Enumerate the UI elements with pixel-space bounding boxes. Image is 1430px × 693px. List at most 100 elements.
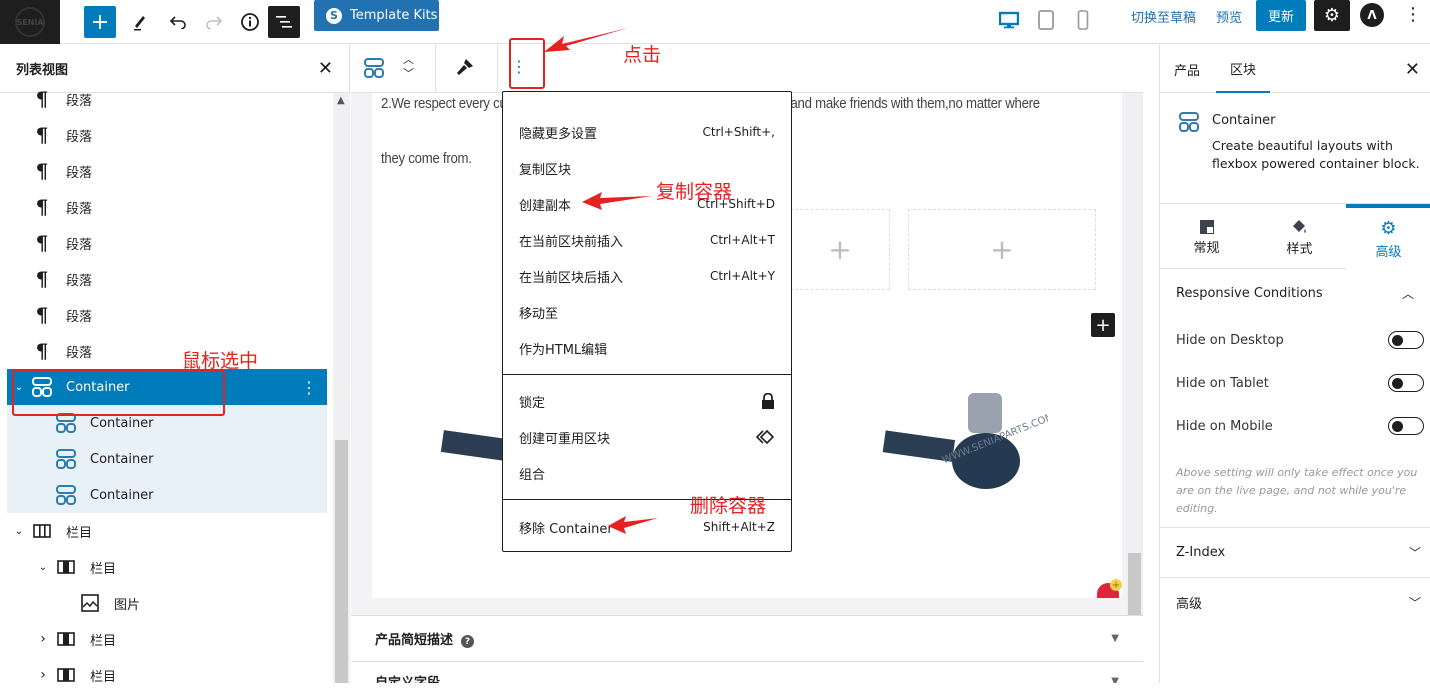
menu-item[interactable]: 在当前区块后插入 Ctrl+Alt+Y	[519, 258, 775, 294]
menu-item-label: 复制区块	[519, 162, 572, 178]
menu-item-label: 移除 Container	[519, 521, 613, 537]
list-item[interactable]: ¶ 段落	[0, 261, 327, 297]
panel-advanced[interactable]: 高级 ﹀	[1160, 577, 1430, 627]
toolbar-divider	[497, 45, 498, 93]
list-view-button[interactable]	[268, 6, 300, 38]
tab-advanced[interactable]: ⚙ 高级	[1346, 204, 1430, 270]
details-button[interactable]	[234, 6, 266, 38]
paragraph-icon: ¶	[35, 159, 49, 183]
chevron-right-icon[interactable]: ›	[36, 631, 50, 647]
list-item[interactable]: ⌄ 栏目	[0, 549, 327, 585]
close-icon[interactable]: ✕	[318, 58, 333, 79]
list-item[interactable]: ⌄ 栏目	[0, 513, 327, 549]
menu-item-shortcut: Ctrl+Alt+T	[709, 233, 775, 247]
chevron-right-icon[interactable]: ›	[36, 667, 50, 683]
tab-block[interactable]: 区块	[1216, 45, 1271, 93]
style-copy-button[interactable]	[455, 57, 475, 81]
panel-z-index[interactable]: Z-Index ﹀	[1160, 527, 1430, 577]
move-up-down-buttons[interactable]: ︿ ﹀	[403, 53, 414, 81]
list-item[interactable]: ¶ 段落	[0, 225, 327, 261]
tab-label: 样式	[1286, 241, 1313, 257]
image-icon	[78, 591, 102, 615]
toggle-label: Hide on Tablet	[1176, 375, 1269, 391]
help-icon[interactable]: ?	[461, 635, 475, 649]
menu-item-create-reusable[interactable]: 创建可重用区块	[519, 419, 775, 455]
pencil-icon	[134, 16, 145, 31]
product-image[interactable]: WWW.SENIAPARTS.COM	[878, 383, 1048, 493]
list-item[interactable]: ¶ 段落	[0, 153, 327, 189]
more-options-icon[interactable]: ⋮	[1404, 4, 1422, 25]
block-inserter-button[interactable]: +	[1091, 313, 1115, 337]
paragraph-text[interactable]: they come from.	[381, 150, 472, 167]
paragraph-icon: ¶	[35, 231, 49, 255]
section-title: Responsive Conditions	[1176, 286, 1323, 301]
caret-down-icon[interactable]: ▼	[1111, 633, 1119, 644]
menu-item-lock[interactable]: 锁定	[519, 383, 775, 419]
list-item[interactable]: › 栏目	[0, 621, 327, 657]
tablet-icon	[1038, 10, 1054, 30]
menu-item-label: 创建可重用区块	[519, 431, 611, 447]
menu-item-label: 作为HTML编辑	[519, 342, 608, 358]
close-icon[interactable]: ✕	[1405, 59, 1420, 80]
responsive-conditions-header[interactable]: Responsive Conditions ︿	[1176, 285, 1414, 302]
annotation-arrow-icon	[582, 192, 652, 210]
toggle-switch[interactable]	[1388, 374, 1424, 392]
redo-button[interactable]	[198, 6, 230, 38]
chevron-down-icon[interactable]: ⌄	[12, 526, 26, 537]
caret-down-icon[interactable]: ▼	[1111, 676, 1119, 683]
switch-to-draft-link[interactable]: 切换至草稿	[1131, 7, 1196, 26]
site-logo[interactable]: SENIA	[0, 0, 60, 44]
canvas-scrollbar[interactable]	[1126, 93, 1143, 683]
device-mobile-button[interactable]	[1071, 8, 1095, 32]
chevron-up-icon[interactable]: ︿	[403, 53, 414, 67]
preview-link[interactable]: 预览	[1216, 7, 1242, 26]
list-item[interactable]: ¶ 段落	[0, 117, 327, 153]
menu-item-group[interactable]: 组合	[519, 455, 775, 491]
list-view-title: 列表视图	[16, 63, 69, 78]
menu-item-label: 在当前区块前插入	[519, 234, 624, 250]
chevron-down-icon[interactable]: ﹀	[403, 67, 414, 81]
scrollbar-thumb[interactable]	[335, 440, 348, 683]
device-tablet-button[interactable]	[1034, 8, 1058, 32]
list-item[interactable]: Container	[7, 441, 327, 477]
list-item[interactable]: › 栏目	[0, 657, 327, 693]
settings-button[interactable]: ⚙	[1314, 0, 1350, 31]
list-item[interactable]: ¶ 段落	[0, 297, 327, 333]
astra-icon[interactable]: Λ	[1360, 3, 1384, 27]
meta-box-short-description[interactable]: 产品简短描述? ▼	[351, 615, 1143, 661]
list-item[interactable]: ¶ 段落	[0, 81, 327, 117]
container-placeholder[interactable]: +	[790, 209, 890, 290]
plus-badge-icon[interactable]: +	[1110, 579, 1122, 591]
add-block-button[interactable]: +	[84, 6, 116, 38]
chevron-down-icon[interactable]: ⌄	[36, 562, 50, 573]
list-item[interactable]: ¶ 段落	[0, 189, 327, 225]
tab-product[interactable]: 产品	[1174, 45, 1200, 93]
template-kits-button[interactable]: S Template Kits	[314, 0, 439, 31]
more-vertical-icon[interactable]: ⋮	[301, 378, 317, 397]
list-item[interactable]: ¶ 段落	[0, 333, 327, 369]
device-desktop-button[interactable]	[997, 8, 1021, 32]
menu-item[interactable]: 移动至	[519, 294, 775, 330]
tab-style[interactable]: 样式	[1253, 204, 1346, 270]
list-item[interactable]: 图片	[0, 585, 327, 621]
toggle-knob	[1392, 334, 1403, 346]
list-item[interactable]: Container	[7, 477, 327, 513]
meta-box-custom-fields[interactable]: 自定义字段 ▼	[351, 661, 1143, 683]
scroll-up-icon[interactable]: ▲	[337, 95, 345, 106]
menu-item[interactable]: 作为HTML编辑	[519, 330, 775, 366]
container-placeholder[interactable]: +	[908, 209, 1096, 290]
block-type-button[interactable]	[363, 57, 385, 83]
menu-item[interactable]: 复制区块	[519, 150, 775, 186]
tab-general[interactable]: 常规	[1160, 204, 1253, 270]
tools-button[interactable]	[124, 6, 156, 38]
list-view-scrollbar[interactable]: ▲	[333, 93, 350, 683]
container-icon	[54, 447, 78, 471]
toggle-switch[interactable]	[1388, 331, 1424, 349]
menu-item[interactable]: 隐藏更多设置 Ctrl+Shift+,	[519, 114, 775, 150]
update-button[interactable]: 更新	[1256, 0, 1306, 31]
undo-button[interactable]	[162, 6, 194, 38]
menu-item[interactable]: 在当前区块前插入 Ctrl+Alt+T	[519, 222, 775, 258]
list-item-label: 栏目	[90, 633, 117, 649]
toggle-switch[interactable]	[1388, 417, 1424, 435]
annotation-click: 点击	[623, 44, 662, 66]
